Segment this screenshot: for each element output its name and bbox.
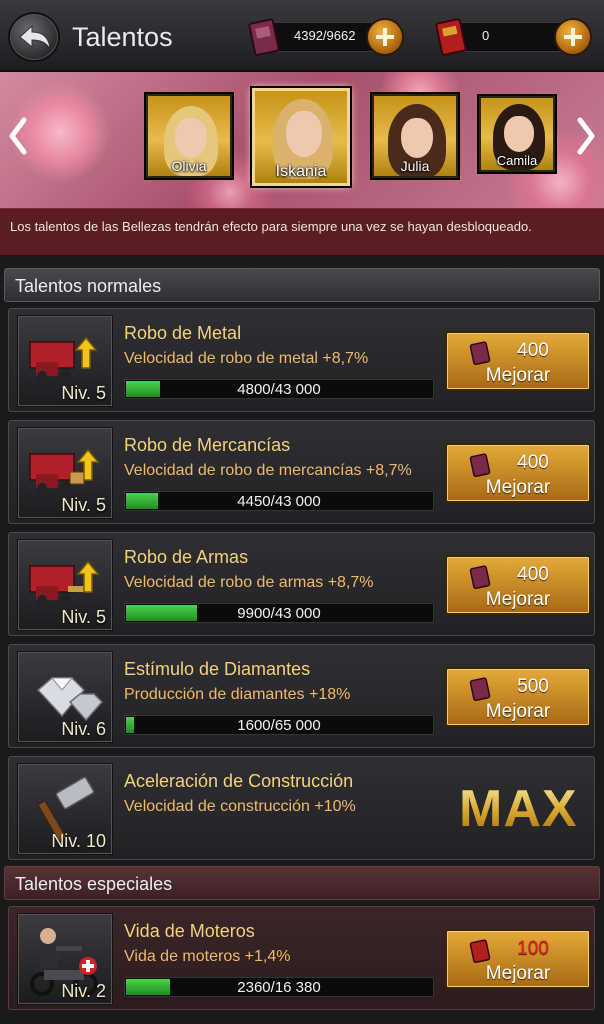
talent-level: Niv. 2: [61, 981, 106, 1001]
red-book-icon: [435, 18, 467, 56]
talent-description: Velocidad de robo de metal +8,7%: [124, 350, 369, 367]
talent-book-icon: [469, 565, 491, 589]
page-title: Talentos: [72, 22, 173, 52]
upgrade-button[interactable]: 400 Mejorar: [445, 331, 591, 391]
section-header-normal: Talentos normales: [4, 268, 600, 302]
talent-progress-bar: 4800/43 000: [124, 379, 434, 399]
talent-card: Niv. 6 Estímulo de Diamantes Producción …: [8, 644, 595, 748]
back-arrow-icon: [19, 24, 51, 50]
progress-text: 2360/16 380: [237, 979, 321, 996]
progress-text: 9900/43 000: [237, 605, 321, 622]
talent-book-resource: 4392/9662: [248, 18, 406, 56]
upgrade-button[interactable]: 100 Mejorar: [445, 929, 591, 989]
upgrade-cost: 400: [517, 340, 549, 361]
talent-card: Niv. 2 Vida de Moteros Vida de moteros +…: [8, 906, 595, 1010]
talent-level: Niv. 5: [61, 383, 106, 403]
talent-description: Vida de moteros +1,4%: [124, 948, 291, 965]
upgrade-cost: 400: [517, 564, 549, 585]
upgrade-button[interactable]: 400 Mejorar: [445, 443, 591, 503]
talent-name: Robo de Metal: [124, 323, 242, 343]
talent-level: Niv. 6: [61, 719, 106, 739]
talent-thumbnail: Niv. 10: [17, 763, 113, 855]
section-title: Talentos normales: [15, 276, 162, 296]
section-title: Talentos especiales: [15, 874, 173, 894]
talent-card: Niv. 5 Robo de Armas Velocidad de robo d…: [8, 532, 595, 636]
beauty-portrait: [286, 111, 322, 157]
upgrade-label: Mejorar: [485, 589, 551, 610]
chevron-right-icon[interactable]: [574, 116, 598, 156]
talent-thumbnail: Niv. 5: [17, 427, 113, 519]
red-book-icon: [469, 939, 491, 963]
beauty-card-iskania[interactable]: Iskania: [252, 88, 350, 186]
talent-book-icon: [469, 341, 491, 365]
upgrade-label: Mejorar: [485, 477, 551, 498]
talent-description: Velocidad de construcción +10%: [124, 798, 356, 815]
talent-name: Vida de Moteros: [124, 921, 255, 941]
section-header-special: Talentos especiales: [4, 866, 600, 900]
talent-name: Robo de Mercancías: [124, 435, 291, 455]
talent-thumbnail: Niv. 6: [17, 651, 113, 743]
progress-text: 4800/43 000: [237, 381, 321, 398]
talent-description: Velocidad de robo de armas +8,7%: [124, 574, 374, 591]
talent-book-icon: [248, 18, 280, 56]
upgrade-label: Mejorar: [485, 701, 551, 722]
talent-progress-bar: 2360/16 380: [124, 977, 434, 997]
info-strip: Los talentos de las Bellezas tendrán efe…: [0, 208, 604, 256]
talent-card: Niv. 10 Aceleración de Construcción Velo…: [8, 756, 595, 860]
top-bar: Talentos 4392/9662 0: [0, 0, 604, 72]
talent-name: Aceleración de Construcción: [124, 771, 354, 791]
add-red-book-button[interactable]: [554, 18, 592, 56]
talent-level: Niv. 10: [51, 831, 106, 851]
upgrade-button[interactable]: 400 Mejorar: [445, 555, 591, 615]
upgrade-button[interactable]: 500 Mejorar: [445, 667, 591, 727]
talent-thumbnail: Niv. 5: [17, 315, 113, 407]
talent-book-icon: [469, 677, 491, 701]
upgrade-label: Mejorar: [485, 365, 551, 386]
back-button[interactable]: [8, 12, 60, 62]
talent-level: Niv. 5: [61, 495, 106, 515]
talent-thumbnail: Niv. 5: [17, 539, 113, 631]
beauty-name: Olivia: [171, 158, 207, 174]
info-text: Los talentos de las Bellezas tendrán efe…: [10, 219, 532, 234]
talent-description: Producción de diamantes +18%: [124, 686, 351, 703]
beauty-card-julia[interactable]: Julia: [372, 94, 458, 178]
talent-thumbnail: Niv. 2: [17, 913, 113, 1005]
talent-progress-bar: 9900/43 000: [124, 603, 434, 623]
upgrade-cost: 400: [517, 452, 549, 473]
talent-book-icon: [469, 453, 491, 477]
add-talent-book-button[interactable]: [366, 18, 404, 56]
red-book-resource: 0: [434, 18, 594, 56]
talent-progress-bar: 1600/65 000: [124, 715, 434, 735]
beauty-card-olivia[interactable]: Olivia: [146, 94, 232, 178]
beauty-name: Iskania: [275, 163, 327, 180]
talent-card: Niv. 5 Robo de Mercancías Velocidad de r…: [8, 420, 595, 524]
beauties-banner: Olivia Iskania Julia Camila: [0, 72, 604, 208]
upgrade-cost: 500: [517, 676, 549, 697]
talent-description: Velocidad de robo de mercancías +8,7%: [124, 462, 412, 479]
beauty-name: Camila: [496, 153, 538, 168]
beauty-portrait: [175, 118, 207, 158]
progress-text: 1600/65 000: [237, 717, 321, 734]
upgrade-label: Mejorar: [485, 963, 551, 984]
beauty-portrait: [504, 116, 534, 152]
chevron-left-icon[interactable]: [6, 116, 30, 156]
max-level-label: MAX: [459, 780, 578, 838]
talent-name: Estímulo de Diamantes: [124, 659, 311, 679]
talent-name: Robo de Armas: [124, 547, 249, 567]
red-book-count: 0: [482, 28, 490, 43]
talent-book-count: 4392/9662: [294, 28, 356, 43]
talent-progress-bar: 4450/43 000: [124, 491, 434, 511]
talent-card: Niv. 5 Robo de Metal Velocidad de robo d…: [8, 308, 595, 412]
progress-text: 4450/43 000: [237, 493, 321, 510]
beauty-portrait: [401, 118, 433, 158]
beauty-card-camila[interactable]: Camila: [479, 96, 555, 172]
upgrade-cost: 100: [517, 938, 549, 959]
talent-level: Niv. 5: [61, 607, 106, 627]
beauty-name: Julia: [400, 158, 430, 174]
